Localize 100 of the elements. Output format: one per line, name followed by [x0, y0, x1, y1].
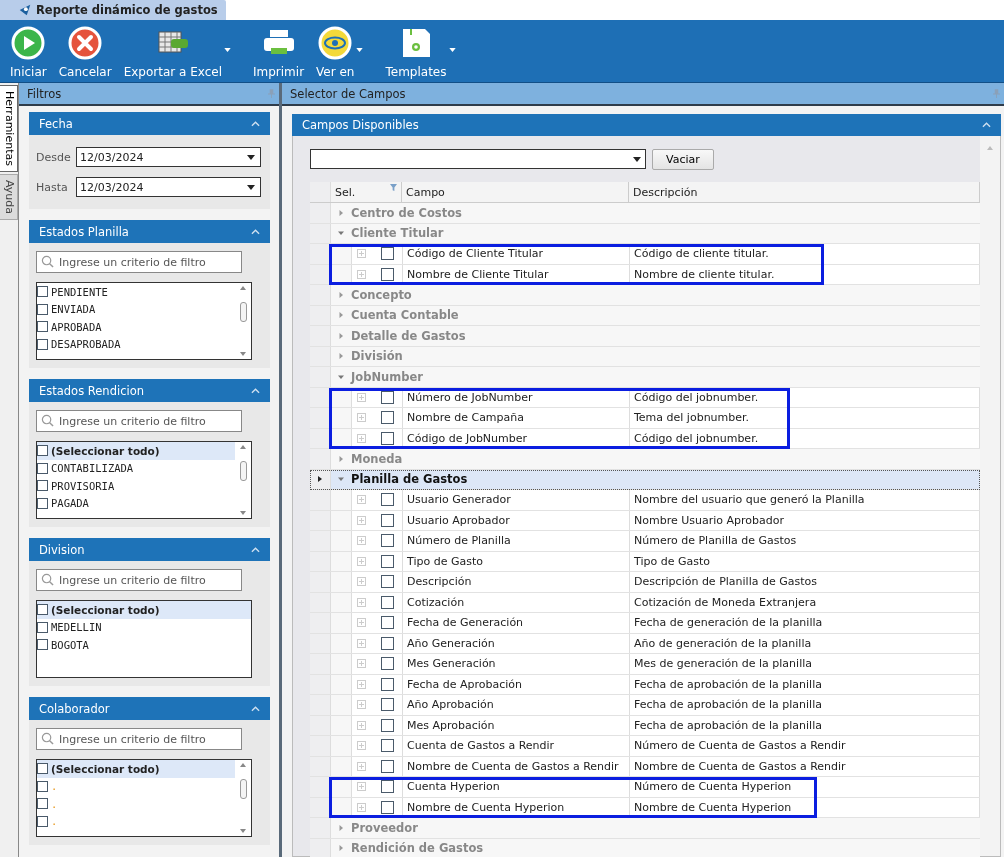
checklist-item[interactable]: DESAPROBADA — [37, 335, 235, 353]
scroll-thumb[interactable] — [239, 779, 247, 799]
checklist-item[interactable]: PROVISORIA — [37, 477, 235, 495]
checkbox[interactable] — [37, 639, 48, 651]
search-field[interactable]: Ingrese un criterio de filtro — [36, 728, 242, 750]
checkbox[interactable] — [381, 677, 394, 691]
expand-triangle-icon[interactable] — [338, 291, 344, 298]
section-header[interactable]: Campos Disponibles — [292, 114, 1001, 136]
search-field[interactable]: Ingrese un criterio de filtro — [36, 410, 242, 432]
side-tab[interactable]: Herramientas — [0, 85, 18, 172]
checkbox[interactable] — [381, 616, 394, 630]
field-row[interactable]: Tipo de Gasto Tipo de Gasto — [310, 551, 980, 572]
collapse-chevron-icon[interactable] — [982, 122, 991, 128]
expand-triangle-icon[interactable] — [338, 455, 344, 462]
collapse-chevron-icon[interactable] — [251, 546, 260, 553]
checkbox[interactable] — [37, 497, 48, 509]
scroll-thumb[interactable] — [239, 302, 247, 322]
scroll-down-arrow-icon[interactable] — [240, 511, 246, 515]
group-row[interactable]: Planilla de Gastos — [310, 469, 980, 490]
expand-triangle-icon[interactable] — [338, 230, 344, 237]
checkbox[interactable] — [381, 636, 394, 650]
checkbox[interactable] — [37, 445, 48, 457]
checkbox[interactable] — [381, 657, 394, 671]
toolbar-button[interactable]: Imprimir — [247, 26, 311, 79]
checkbox[interactable] — [37, 321, 48, 333]
toolbar-button[interactable]: Ver en — [310, 26, 380, 79]
expand-triangle-icon[interactable] — [338, 312, 344, 319]
clear-button[interactable]: Vaciar — [652, 148, 714, 170]
checkbox[interactable] — [37, 338, 48, 350]
checklist-item[interactable]: (Seleccionar todo) — [37, 601, 251, 619]
section-header[interactable]: Colaborador — [29, 697, 270, 720]
checkbox[interactable] — [381, 698, 394, 712]
scroll-down-arrow-icon[interactable] — [240, 352, 246, 356]
field-row[interactable]: Mes Generación Mes de generación de la planilla — [310, 654, 980, 675]
section-header[interactable]: Estados Rendicion — [29, 379, 270, 402]
search-field[interactable]: Ingrese un criterio de filtro — [36, 569, 242, 591]
section-header[interactable]: Division — [29, 538, 270, 561]
combo-box[interactable] — [310, 149, 646, 169]
checkbox[interactable] — [381, 493, 394, 507]
section-header[interactable]: Fecha — [29, 112, 270, 135]
checkbox[interactable] — [37, 780, 48, 792]
expand-triangle-icon[interactable] — [338, 209, 344, 216]
expand-triangle-icon[interactable] — [338, 824, 344, 831]
scroll-up-arrow-icon[interactable] — [240, 286, 246, 290]
section-header[interactable]: Estados Planilla — [29, 220, 270, 243]
filter-icon[interactable] — [390, 184, 397, 191]
toolbar-button[interactable]: Templates — [379, 26, 472, 79]
checkbox[interactable] — [381, 575, 394, 589]
search-field[interactable]: Ingrese un criterio de filtro — [36, 251, 242, 273]
checklist-item[interactable]: PAGADA — [37, 494, 235, 512]
checkbox[interactable] — [37, 763, 48, 775]
checklist-item[interactable]: PENDIENTE — [37, 283, 235, 301]
field-row[interactable]: Cotización Cotización de Moneda Extranjera — [310, 592, 980, 613]
checklist-item[interactable]: CONTABILIZADA — [37, 459, 235, 477]
document-tab[interactable]: Reporte dinámico de gastos — [0, 0, 226, 20]
field-row[interactable]: Año Aprobación Fecha de aprobación de la planilla — [310, 695, 980, 716]
expand-triangle-icon[interactable] — [338, 845, 344, 852]
checkbox[interactable] — [381, 595, 394, 609]
expand-triangle-icon[interactable] — [338, 476, 344, 483]
checkbox[interactable] — [381, 780, 394, 794]
checklist-item[interactable]: (Seleccionar todo) — [37, 442, 235, 460]
checkbox[interactable] — [37, 621, 48, 633]
expand-triangle-icon[interactable] — [338, 373, 344, 380]
collapse-chevron-icon[interactable] — [251, 120, 260, 127]
scroll-down-arrow-icon[interactable] — [240, 829, 246, 833]
toolbar-button[interactable]: Exportar a Excel — [117, 26, 247, 79]
collapse-chevron-icon[interactable] — [251, 228, 260, 235]
dropdown-caret-icon[interactable] — [247, 154, 255, 160]
checklist-item[interactable]: (Seleccionar todo) — [37, 760, 235, 778]
field-row[interactable]: Fecha de Generación Fecha de generación de la planilla — [310, 613, 980, 634]
checkbox[interactable] — [381, 411, 394, 425]
toolbar-button[interactable]: Cancelar — [52, 26, 118, 79]
scrollbar[interactable] — [980, 136, 1000, 856]
checkbox[interactable] — [37, 286, 48, 298]
checkbox[interactable] — [37, 815, 48, 827]
field-row[interactable]: Nombre de Campaña Tema del jobnumber. — [310, 408, 980, 429]
field-row[interactable]: Fecha de Aprobación Fecha de aprobación de la planilla — [310, 674, 980, 695]
checklist-item[interactable]: MEDELLIN — [37, 618, 251, 636]
checkbox[interactable] — [381, 534, 394, 548]
checkbox[interactable] — [37, 462, 48, 474]
dropdown-caret-icon[interactable] — [633, 156, 641, 162]
checkbox[interactable] — [381, 554, 394, 568]
expand-triangle-icon[interactable] — [338, 332, 344, 339]
checkbox[interactable] — [381, 759, 394, 773]
field-row[interactable]: Número de Planilla Número de Planilla de Gastos — [310, 531, 980, 552]
field-row[interactable]: Descripción Descripción de Planilla de Gastos — [310, 572, 980, 593]
column-header[interactable]: Sel. — [331, 182, 402, 202]
date-field[interactable]: 12/03/2024 — [76, 147, 261, 167]
side-tab[interactable]: Ayuda — [0, 173, 18, 220]
scroll-thumb[interactable] — [239, 461, 247, 481]
checkbox[interactable] — [37, 480, 48, 492]
checkbox[interactable] — [381, 739, 394, 753]
field-row[interactable]: Nombre de Cuenta de Gastos a Rendir Nombre de Cuenta de Gastos a Rendir — [310, 756, 980, 777]
checkbox[interactable] — [381, 513, 394, 527]
field-row[interactable]: Usuario Generador Nombre del usuario que generó la Planilla — [310, 490, 980, 511]
column-header[interactable]: Campo — [402, 182, 629, 202]
collapse-chevron-icon[interactable] — [251, 705, 260, 712]
field-row[interactable]: Cuenta de Gastos a Rendir Número de Cuenta de Gastos a Rendir — [310, 736, 980, 757]
checkbox[interactable] — [381, 247, 394, 261]
date-field[interactable]: 12/03/2024 — [76, 177, 261, 197]
